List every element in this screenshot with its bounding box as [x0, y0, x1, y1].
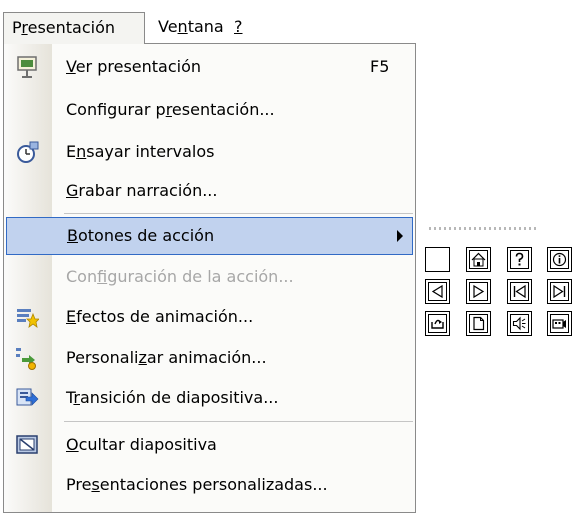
menu-item-label: Personalizar animación...	[66, 348, 267, 367]
custom-action-button[interactable]	[425, 247, 450, 272]
return-action-button[interactable]	[425, 311, 450, 336]
menu-item-label: Configurar presentación...	[66, 100, 275, 119]
shortcut-label: F5	[370, 57, 390, 76]
sound-action-button[interactable]	[507, 311, 532, 336]
movie-action-button[interactable]	[547, 311, 572, 336]
custom-animation-icon	[15, 346, 39, 370]
menu-item-ensayar-intervalos[interactable]: Ensayar intervalos	[4, 133, 415, 171]
animation-effects-icon	[15, 305, 40, 329]
menu-item-label: Ocultar diapositiva	[66, 435, 217, 454]
menu-item-personalizar-animacion[interactable]: Personalizar animación...	[4, 339, 415, 377]
menu-item-label: Ver presentación	[66, 57, 202, 76]
menu-item-transicion-de-diapositiva[interactable]: Transición de diapositiva...	[4, 379, 415, 417]
menu-item-configuracion-de-la-accion: Configuración de la acción...	[4, 258, 415, 296]
menu-item-presentaciones-personalizadas[interactable]: Presentaciones personalizadas...	[4, 466, 415, 504]
menu-item-efectos-de-animacion[interactable]: Efectos de animación...	[4, 298, 415, 336]
menu-item-label: Configuración de la acción...	[66, 267, 294, 286]
menu-item-label: Efectos de animación...	[66, 307, 254, 326]
sound-button-icon	[510, 314, 529, 333]
slide-transition-icon	[15, 386, 39, 410]
toolbar-grip-handle[interactable]	[429, 227, 539, 230]
menu-help[interactable]: ?	[226, 12, 251, 44]
menu-item-ocultar-diapositiva[interactable]: Ocultar diapositiva	[4, 426, 415, 464]
beginning-button-icon	[510, 282, 529, 301]
menu-item-ver-presentacion[interactable]: Ver presentación F5	[4, 48, 415, 86]
rehearse-timings-icon	[15, 140, 39, 164]
back-action-button[interactable]	[425, 279, 450, 304]
submenu-arrow-icon	[397, 230, 403, 242]
end-button-icon	[550, 282, 569, 301]
return-button-icon	[428, 314, 447, 333]
action-buttons-toolbar	[419, 223, 585, 343]
menu-item-label: Botones de acción	[67, 226, 215, 245]
information-action-button[interactable]	[547, 247, 572, 272]
help-action-button[interactable]	[507, 247, 532, 272]
forward-action-button[interactable]	[466, 279, 491, 304]
beginning-action-button[interactable]	[507, 279, 532, 304]
presentacion-dropdown-menu: Ver presentación F5 Configurar presentac…	[3, 43, 416, 513]
menu-separator	[64, 213, 413, 214]
menu-item-label: Transición de diapositiva...	[66, 388, 279, 407]
menu-bar: Presentación Ventana ?	[0, 0, 585, 44]
document-button-icon	[469, 314, 488, 333]
home-button-icon	[469, 250, 488, 269]
menu-item-grabar-narracion[interactable]: Grabar narración...	[4, 172, 415, 210]
menu-item-label: Grabar narración...	[66, 181, 218, 200]
menu-item-label: Presentaciones personalizadas...	[66, 475, 328, 494]
document-action-button[interactable]	[466, 311, 491, 336]
home-action-button[interactable]	[466, 247, 491, 272]
menu-ventana[interactable]: Ventana	[150, 12, 232, 44]
menu-item-configurar-presentacion[interactable]: Configurar presentación...	[4, 91, 415, 129]
menu-item-botones-de-accion[interactable]: Botones de acción	[6, 217, 413, 255]
forward-button-icon	[469, 282, 488, 301]
menu-separator	[64, 421, 413, 422]
movie-button-icon	[550, 314, 569, 333]
information-button-icon	[550, 250, 569, 269]
menu-presentacion[interactable]: Presentación	[3, 12, 145, 44]
help-button-icon	[510, 250, 529, 269]
slide-show-icon	[15, 55, 39, 79]
back-button-icon	[428, 282, 447, 301]
end-action-button[interactable]	[547, 279, 572, 304]
menu-item-label: Ensayar intervalos	[66, 142, 215, 161]
hide-slide-icon	[15, 433, 39, 457]
